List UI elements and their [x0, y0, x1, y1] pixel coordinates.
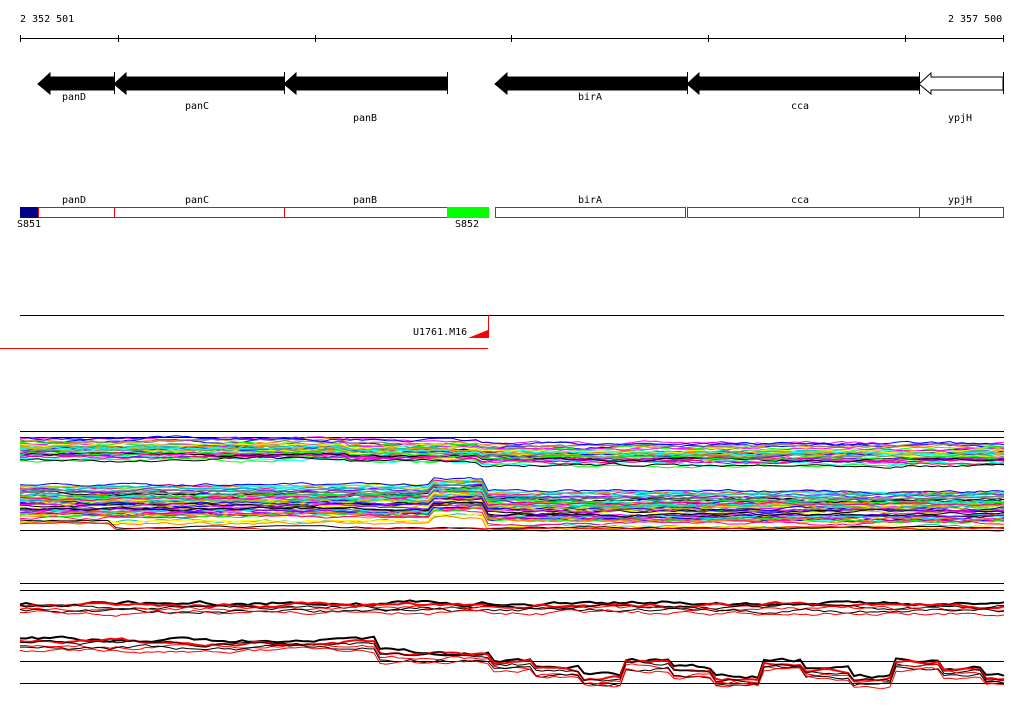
feature-label[interactable]: U1761.M16	[413, 327, 467, 338]
genome-view	[0, 35, 1005, 689]
gene-box-panB[interactable]	[284, 207, 448, 218]
feature-track	[0, 315, 1004, 349]
trace-plot-1	[19, 431, 1005, 533]
trace-line	[20, 609, 1005, 617]
gene-boxes	[20, 207, 1004, 218]
gene-box-cca[interactable]	[687, 207, 920, 218]
segment-label-S852: S852	[455, 219, 480, 230]
box-label-birA: birA	[578, 195, 603, 206]
gene-arrow-panC[interactable]	[113, 71, 285, 96]
gene-box-panD[interactable]	[38, 207, 115, 218]
box-label-panC: panC	[185, 195, 210, 206]
gene-label-cca[interactable]: cca	[791, 101, 809, 112]
gene-arrow-birA[interactable]	[494, 71, 688, 96]
gene-arrows	[37, 71, 1004, 96]
gene-arrow-panD[interactable]	[37, 71, 115, 96]
box-label-panB: panB	[353, 195, 378, 206]
gene-arrow-cca[interactable]	[686, 71, 920, 96]
gene-label-panB[interactable]: panB	[353, 113, 377, 124]
gene-label-panC[interactable]: panC	[185, 101, 209, 112]
segment-S851[interactable]	[20, 207, 38, 218]
gene-arrow-ypjH[interactable]	[918, 71, 1004, 96]
feature-marker	[468, 330, 488, 338]
trace-plot-2	[19, 583, 1005, 689]
box-label-ypjH: ypjH	[948, 195, 973, 206]
gene-label-birA[interactable]: birA	[578, 92, 602, 103]
segment-label-S851: S851	[17, 219, 42, 230]
box-label-cca: cca	[791, 195, 810, 206]
gene-label-ypjH[interactable]: ypjH	[948, 113, 972, 124]
box-label-panD: panD	[62, 195, 87, 206]
scale-ruler	[20, 35, 1004, 42]
gene-box-ypjH[interactable]	[919, 207, 1004, 218]
gene-arrow-panB[interactable]	[283, 71, 448, 96]
gene-box-birA[interactable]	[495, 207, 686, 218]
segment-S852[interactable]	[447, 207, 489, 218]
gene-label-panD[interactable]: panD	[62, 92, 86, 103]
gene-box-panC[interactable]	[114, 207, 285, 218]
